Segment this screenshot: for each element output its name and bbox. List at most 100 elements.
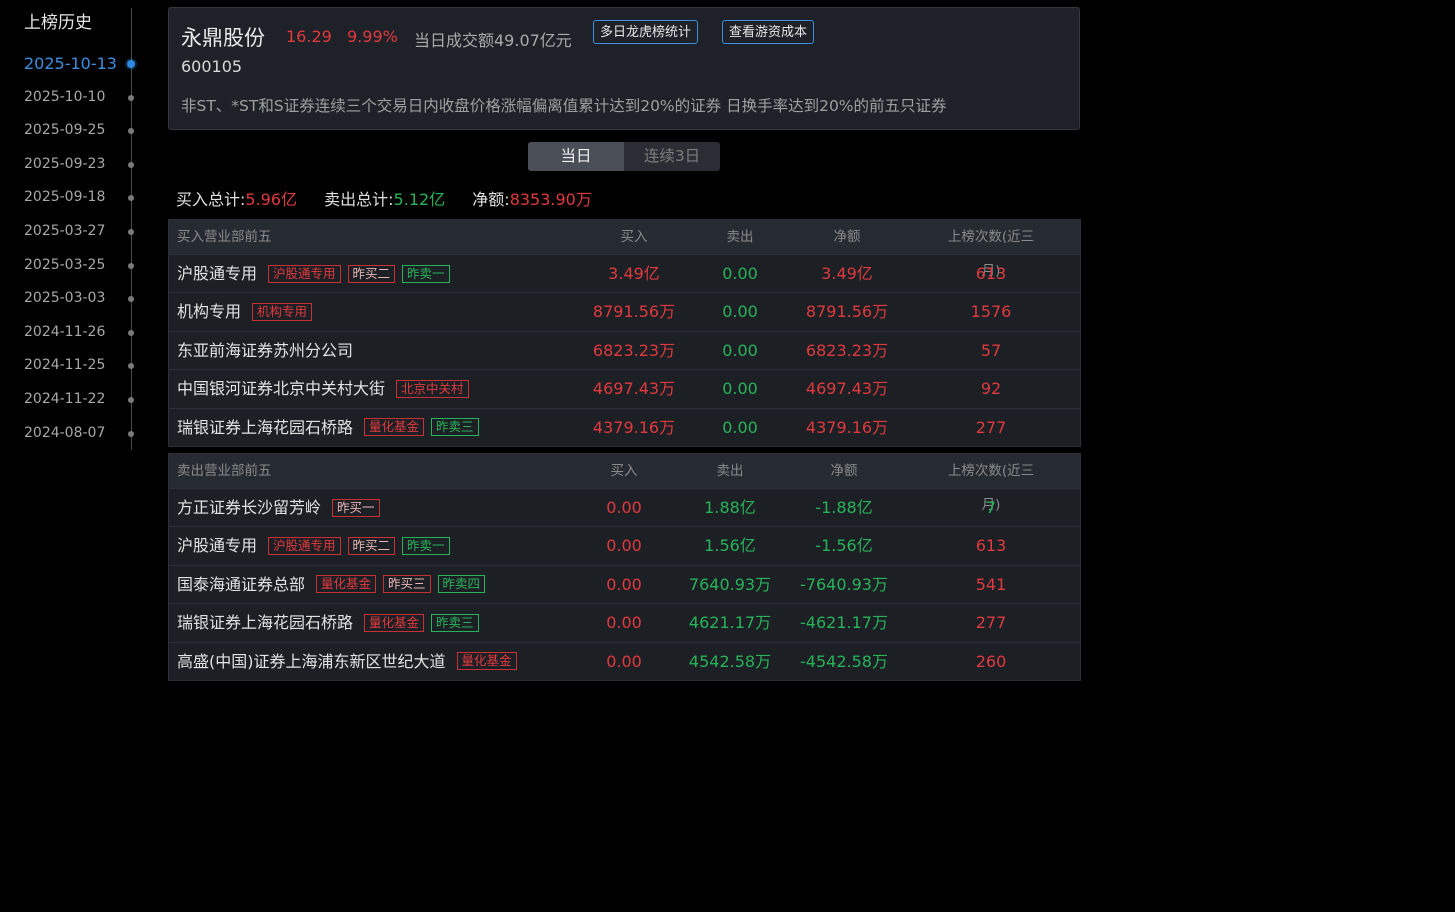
net-amount: 4379.16万 <box>805 417 889 437</box>
table-row[interactable]: 机构专用 机构专用 8791.56万 0.00 8791.56万 1576 <box>169 293 1080 332</box>
table-row[interactable]: 瑞银证券上海花园石桥路 量化基金 昨卖三 4379.16万 0.00 4379.16万 27… <box>169 409 1080 446</box>
listing-count: 613 <box>975 536 1007 556</box>
broker-name: 沪股通专用 <box>177 536 258 556</box>
buy-amount: 4697.43万 <box>592 379 676 399</box>
listing-count: 1576 <box>970 302 1012 322</box>
table-row[interactable]: 方正证券长沙留芳岭 昨买一 0.00 1.88亿 -1.88亿 7 <box>169 489 1080 528</box>
history-date-item[interactable]: 2024-11-22 <box>0 383 160 417</box>
net-amount: 8791.56万 <box>805 302 889 322</box>
history-date-item[interactable]: 2025-09-18 <box>0 181 160 215</box>
broker-cell: 高盛(中国)证券上海浦东新区世纪大道 量化基金 <box>177 643 524 680</box>
broker-tag: 昨卖一 <box>402 264 450 283</box>
broker-name: 东亚前海证券苏州分公司 <box>177 340 354 360</box>
sell-amount: 0.00 <box>722 302 758 322</box>
table-row[interactable]: 沪股通专用 沪股通专用 昨买二 昨卖一 0.00 1.56亿 -1.56亿 613 <box>169 527 1080 566</box>
broker-tag: 昨卖三 <box>431 613 479 632</box>
history-date-item[interactable]: 2025-10-13 <box>0 47 160 81</box>
history-date-item[interactable]: 2025-09-25 <box>0 114 160 148</box>
net-value: 8353.90万 <box>509 190 592 209</box>
net-amount: -1.88亿 <box>815 498 873 517</box>
table-row[interactable]: 东亚前海证券苏州分公司 6823.23万 0.00 6823.23万 57 <box>169 332 1080 371</box>
timeline-dot-icon <box>128 195 134 202</box>
stock-change-pct: 9.99% <box>347 27 398 46</box>
timeline-dot-icon <box>128 228 134 235</box>
broker-cell: 中国银河证券北京中关村大街 北京中关村 <box>177 370 476 407</box>
broker-cell: 沪股通专用 沪股通专用 昨买二 昨卖一 <box>177 255 457 292</box>
stock-code: 600105 <box>181 57 243 76</box>
stock-price: 16.29 <box>286 27 332 46</box>
history-date: 2024-11-26 <box>24 323 106 340</box>
turnover-text: 当日成交额49.07亿元 <box>414 31 572 50</box>
buy-amount: 0.00 <box>606 651 642 671</box>
net-amount: -7640.93万 <box>800 574 888 594</box>
sell-total-label: 卖出总计: <box>324 190 394 209</box>
listing-count: 92 <box>980 379 1002 399</box>
broker-tag: 沪股通专用 <box>268 264 341 283</box>
timeline-dot-icon <box>128 296 134 303</box>
broker-cell: 机构专用 机构专用 <box>177 293 319 330</box>
timeline-dot-icon <box>128 161 134 168</box>
history-date-item[interactable]: 2024-08-07 <box>0 417 160 451</box>
broker-cell: 瑞银证券上海花园石桥路 量化基金 昨卖三 <box>177 604 486 641</box>
timeline-dot-icon <box>128 262 134 269</box>
broker-cell: 方正证券长沙留芳岭 昨买一 <box>177 489 387 526</box>
trader-cost-button[interactable]: 查看游资成本 <box>722 20 815 44</box>
broker-name: 机构专用 <box>177 302 242 322</box>
broker-tag: 昨卖一 <box>402 537 450 556</box>
listing-count: 277 <box>975 613 1007 633</box>
col-sell: 卖出 <box>716 463 744 479</box>
history-date: 2025-03-27 <box>24 222 106 239</box>
timeline-dot-icon <box>128 363 134 370</box>
table-row[interactable]: 国泰海通证券总部 量化基金 昨买三 昨卖四 0.00 7640.93万 -7640.93万 5… <box>169 566 1080 605</box>
buy-total-value: 5.96亿 <box>245 190 298 209</box>
timeline-dot-icon <box>128 329 134 336</box>
broker-cell: 东亚前海证券苏州分公司 <box>177 332 364 369</box>
broker-cell: 国泰海通证券总部 量化基金 昨买三 昨卖四 <box>177 566 492 603</box>
broker-name: 方正证券长沙留芳岭 <box>177 498 322 517</box>
broker-tag: 量化基金 <box>364 418 425 437</box>
broker-tag: 昨买二 <box>347 537 396 556</box>
history-date-item[interactable]: 2025-10-10 <box>0 81 160 115</box>
listing-count: 541 <box>975 574 1007 594</box>
table-row[interactable]: 中国银河证券北京中关村大街 北京中关村 4697.43万 0.00 4697.43万 92 <box>169 370 1080 409</box>
history-date: 2024-11-22 <box>24 390 106 407</box>
table-row[interactable]: 高盛(中国)证券上海浦东新区世纪大道 量化基金 0.00 4542.58万 -4542.… <box>169 643 1080 680</box>
table-row[interactable]: 沪股通专用 沪股通专用 昨买二 昨卖一 3.49亿 0.00 3.49亿 613 <box>169 255 1080 294</box>
buy-amount: 8791.56万 <box>592 302 676 322</box>
history-date-item[interactable]: 2025-03-03 <box>0 282 160 316</box>
col-buy: 买入 <box>610 463 638 479</box>
history-date: 2025-09-23 <box>24 155 106 172</box>
tab-three-days[interactable]: 连续3日 <box>624 142 720 171</box>
col-broker: 卖出营业部前五 <box>177 463 272 479</box>
timeline-dot-icon <box>128 94 134 101</box>
broker-tag: 昨买二 <box>347 264 396 283</box>
col-net: 净额 <box>833 229 861 245</box>
broker-tag: 昨买一 <box>332 498 380 517</box>
listing-count: 613 <box>975 264 1007 283</box>
history-date: 2025-09-25 <box>24 122 106 139</box>
sell-amount: 1.88亿 <box>704 498 756 517</box>
tab-today[interactable]: 当日 <box>528 142 624 171</box>
history-date-item[interactable]: 2024-11-26 <box>0 316 160 350</box>
broker-tag: 量化基金 <box>364 613 425 632</box>
history-date-item[interactable]: 2024-11-25 <box>0 349 160 383</box>
timeline-dot-icon <box>128 430 134 437</box>
timeline-dot-icon <box>127 60 135 68</box>
history-date-item[interactable]: 2025-03-27 <box>0 215 160 249</box>
listing-count: 260 <box>975 651 1007 671</box>
table-row[interactable]: 瑞银证券上海花园石桥路 量化基金 昨卖三 0.00 4621.17万 -4621.17万 2… <box>169 604 1080 643</box>
buy-amount: 0.00 <box>606 574 642 594</box>
listing-count: 57 <box>980 340 1002 360</box>
broker-name: 中国银河证券北京中关村大街 <box>177 379 386 399</box>
sell-amount: 0.00 <box>722 264 758 283</box>
history-date: 2024-08-07 <box>24 424 106 441</box>
history-date-item[interactable]: 2025-09-23 <box>0 148 160 182</box>
listing-count: 277 <box>975 417 1007 437</box>
multi-day-stats-button[interactable]: 多日龙虎榜统计 <box>593 20 699 44</box>
broker-tag: 量化基金 <box>316 575 377 594</box>
broker-tag: 北京中关村 <box>396 379 469 398</box>
broker-name: 瑞银证券上海花园石桥路 <box>177 417 354 437</box>
period-tabs: 当日 连续3日 <box>528 142 720 171</box>
listing-reason: 非ST、*ST和S证券连续三个交易日内收盘价格涨幅偏离值累计达到20%的证券 日… <box>181 97 947 115</box>
history-date-item[interactable]: 2025-03-25 <box>0 249 160 283</box>
